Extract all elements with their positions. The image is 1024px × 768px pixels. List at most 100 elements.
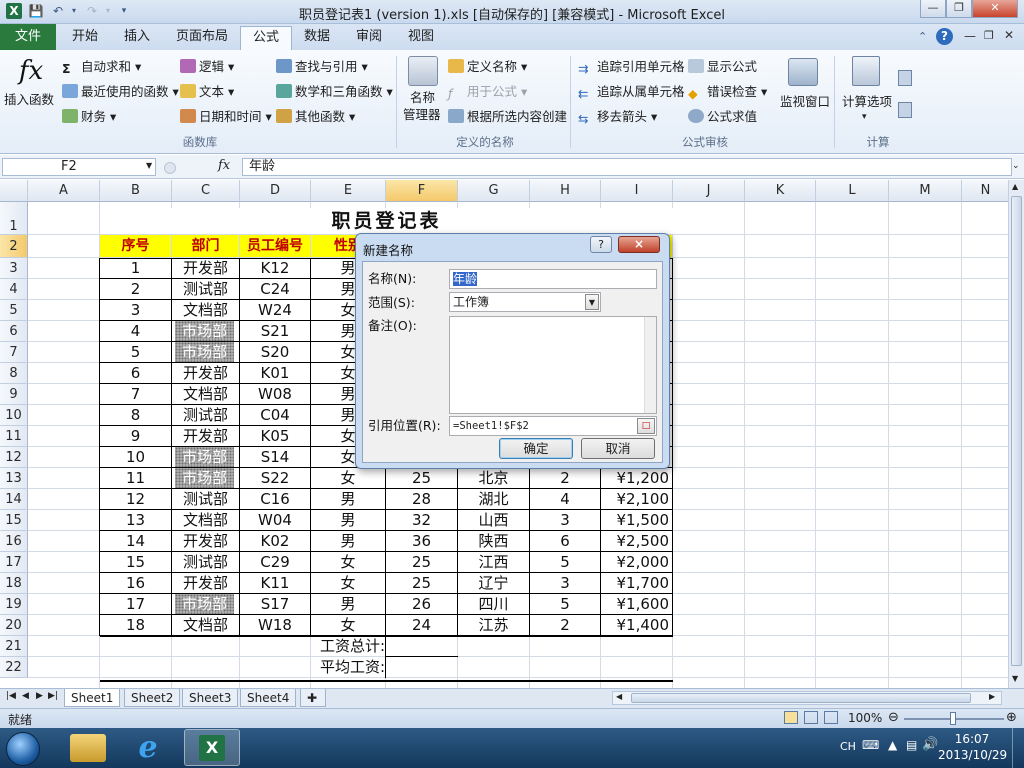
vertical-scroll-thumb[interactable]	[1011, 196, 1022, 666]
table-cell[interactable]: ¥1,200	[601, 468, 672, 488]
table-cell[interactable]: 3	[530, 510, 600, 530]
formula-input[interactable]: 年龄	[242, 158, 1012, 176]
table-cell[interactable]: 开发部	[172, 258, 239, 278]
table-cell[interactable]: 陕西	[458, 531, 529, 551]
zoom-slider-thumb[interactable]	[950, 712, 956, 725]
table-cell[interactable]: 文档部	[172, 384, 239, 404]
recent-functions-button[interactable]: 最近使用的函数 ▾	[62, 82, 179, 102]
header-cell[interactable]: 部门	[172, 235, 239, 257]
restore-button[interactable]: ❐	[946, 0, 972, 18]
scope-dropdown-icon[interactable]: ▼	[585, 294, 599, 310]
column-header-k[interactable]: K	[745, 180, 816, 202]
remove-arrows-button[interactable]: ⇆ 移去箭头 ▾	[578, 107, 657, 127]
dialog-close-button[interactable]: ×	[618, 236, 660, 253]
datetime-button[interactable]: 日期和时间 ▾	[180, 107, 272, 127]
table-cell[interactable]: K12	[240, 258, 310, 278]
table-cell[interactable]: 开发部	[172, 531, 239, 551]
table-cell[interactable]: 2	[530, 468, 600, 488]
table-cell[interactable]: 6	[100, 363, 171, 383]
column-header-c[interactable]: C	[172, 180, 240, 202]
row-header-2[interactable]: 2	[0, 235, 28, 258]
table-cell[interactable]: 36	[386, 531, 457, 551]
table-cell[interactable]: 市场部	[175, 594, 234, 614]
column-header-e[interactable]: E	[311, 180, 386, 202]
scroll-down-icon[interactable]: ▼	[1012, 674, 1018, 683]
table-cell[interactable]: W24	[240, 300, 310, 320]
first-sheet-icon[interactable]: |◀	[6, 691, 16, 701]
prev-sheet-icon[interactable]: ◀	[22, 691, 29, 701]
watch-window-button[interactable]: 监视窗口	[780, 92, 830, 112]
select-all-corner[interactable]	[0, 180, 28, 202]
table-cell[interactable]: 市场部	[175, 321, 234, 341]
table-cell[interactable]: 24	[386, 615, 457, 635]
table-cell[interactable]: 山西	[458, 510, 529, 530]
table-cell[interactable]: ¥1,400	[601, 615, 672, 635]
row-header-12[interactable]: 12	[0, 447, 28, 468]
row-header-8[interactable]: 8	[0, 363, 28, 384]
table-cell[interactable]: 男	[311, 531, 385, 551]
table-cell[interactable]: 北京	[458, 468, 529, 488]
column-header-m[interactable]: M	[889, 180, 962, 202]
trace-dependents-button[interactable]: ⇇ 追踪从属单元格	[578, 82, 685, 102]
table-cell[interactable]: C04	[240, 405, 310, 425]
input-language[interactable]: CH	[840, 740, 856, 753]
lookup-button[interactable]: 查找与引用 ▾	[276, 57, 368, 77]
row-header-4[interactable]: 4	[0, 279, 28, 300]
name-input[interactable]: 年龄	[449, 269, 657, 289]
header-cell[interactable]: 员工编号	[240, 235, 310, 257]
table-cell[interactable]: S22	[240, 468, 310, 488]
network-icon[interactable]: ▤	[906, 738, 917, 752]
table-cell[interactable]: ¥1,500	[601, 510, 672, 530]
table-cell[interactable]: 9	[100, 426, 171, 446]
table-cell[interactable]: 3	[530, 573, 600, 593]
logical-button[interactable]: 逻辑 ▾	[180, 57, 234, 77]
row-header-18[interactable]: 18	[0, 573, 28, 594]
file-explorer-icon[interactable]	[70, 734, 106, 762]
insert-function-fx-icon[interactable]: fx	[218, 158, 230, 173]
table-cell[interactable]: S17	[240, 594, 310, 614]
column-header-a[interactable]: A	[28, 180, 100, 202]
table-cell[interactable]: W18	[240, 615, 310, 635]
calculation-options-button[interactable]: 计算选项	[842, 92, 892, 112]
tab-home[interactable]: 开始	[60, 26, 110, 50]
table-cell[interactable]: C24	[240, 279, 310, 299]
table-cell[interactable]: 25	[386, 552, 457, 572]
table-cell[interactable]: 文档部	[172, 510, 239, 530]
name-manager-label-1[interactable]: 名称	[410, 90, 435, 106]
table-cell[interactable]: ¥1,600	[601, 594, 672, 614]
table-cell[interactable]: K11	[240, 573, 310, 593]
table-cell[interactable]: 32	[386, 510, 457, 530]
refers-to-input[interactable]: =Sheet1!$F$2	[449, 416, 657, 436]
column-header-i[interactable]: I	[601, 180, 673, 202]
table-cell[interactable]: ¥2,100	[601, 489, 672, 509]
table-cell[interactable]: 男	[311, 489, 385, 509]
row-header-6[interactable]: 6	[0, 321, 28, 342]
table-cell[interactable]: 12	[100, 489, 171, 509]
table-cell[interactable]: 7	[100, 384, 171, 404]
table-cell[interactable]: 4	[100, 321, 171, 341]
table-cell[interactable]: 四川	[458, 594, 529, 614]
internet-explorer-icon[interactable]: e	[130, 732, 166, 764]
evaluate-formula-button[interactable]: 公式求值	[688, 107, 757, 127]
table-cell[interactable]: 江苏	[458, 615, 529, 635]
sheet-tab-sheet1[interactable]: Sheet1	[64, 689, 121, 707]
insert-sheet-icon[interactable]: ✚	[300, 689, 326, 707]
row-header-17[interactable]: 17	[0, 552, 28, 573]
table-cell[interactable]: 女	[311, 552, 385, 572]
scroll-right-icon[interactable]: ▶	[989, 692, 995, 701]
row-header-5[interactable]: 5	[0, 300, 28, 321]
error-checking-button[interactable]: ◆ 错误检查 ▾	[688, 82, 767, 102]
table-cell[interactable]: K01	[240, 363, 310, 383]
define-name-button[interactable]: 定义名称 ▾	[448, 57, 527, 77]
table-cell[interactable]: C29	[240, 552, 310, 572]
table-cell[interactable]: 6	[530, 531, 600, 551]
tab-insert[interactable]: 插入	[112, 26, 162, 50]
row-header-7[interactable]: 7	[0, 342, 28, 363]
last-sheet-icon[interactable]: ▶|	[48, 691, 58, 701]
column-header-n[interactable]: N	[962, 180, 1010, 202]
zoom-out-icon[interactable]: ⊖	[888, 710, 899, 725]
collapse-dialog-icon[interactable]: □	[637, 418, 655, 434]
cancel-button[interactable]: 取消	[581, 438, 655, 459]
insert-function-button[interactable]: 插入函数	[4, 90, 54, 110]
table-cell[interactable]: W04	[240, 510, 310, 530]
